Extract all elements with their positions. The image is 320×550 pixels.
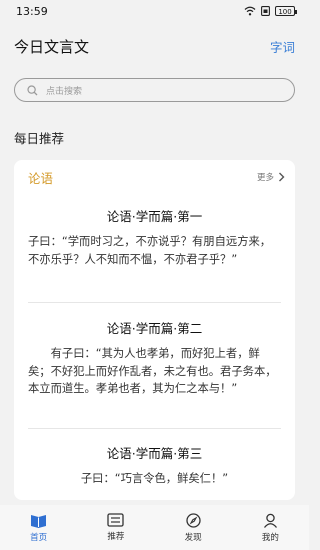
tab-recommend[interactable]: 推荐 — [77, 505, 154, 550]
tab-home[interactable]: 首页 — [0, 505, 77, 550]
tab-profile[interactable]: 我的 — [232, 505, 309, 550]
list-item[interactable]: 论语·学而篇·第二 有子曰：“其为人也孝弟，而好犯上者，鲜矣；不好犯上而好作乱者… — [14, 318, 295, 398]
entry-title: 论语·学而篇·第三 — [106, 446, 203, 461]
tab-label: 推荐 — [107, 532, 125, 542]
entry-text: 子曰：“巧言令色，鲜矣仁！” — [80, 472, 229, 485]
compass-icon — [185, 513, 201, 528]
chevron-right-icon — [279, 172, 285, 182]
entry-title: 论语·学而篇·第一 — [106, 209, 203, 224]
list-item[interactable]: 论语·学而篇·第三 子曰：“巧言令色，鲜矣仁！” — [14, 443, 295, 488]
section-title: 每日推荐 — [14, 131, 65, 146]
search-input[interactable]: 点击搜索 — [14, 78, 295, 102]
list-item[interactable]: 论语·学而篇·第一 子曰：“学而时习之，不亦说乎？有朋自远方来，不亦乐乎？人不知… — [14, 206, 295, 268]
battery-icon: 100 — [275, 6, 297, 16]
divider — [28, 302, 281, 303]
entry-text: 子曰：“学而时习之，不亦说乎？有朋自远方来，不亦乐乎？人不知而不愠，不亦君子乎？… — [28, 235, 272, 266]
tab-label: 发现 — [184, 533, 202, 543]
battery-level: 100 — [278, 8, 292, 16]
divider — [28, 428, 281, 429]
status-icons: 100 — [244, 6, 297, 16]
status-time: 13:59 — [16, 4, 48, 18]
book-icon — [31, 515, 47, 528]
wifi-icon — [244, 6, 256, 16]
status-bar: 13:59 100 — [0, 0, 309, 22]
tab-discover[interactable]: 发现 — [155, 505, 232, 550]
search-placeholder: 点击搜索 — [46, 86, 83, 97]
card-header: 论语 更多 — [14, 160, 295, 194]
tab-label: 我的 — [261, 533, 279, 543]
entry-title: 论语·学而篇·第二 — [106, 321, 203, 336]
more-label: 更多 — [256, 173, 274, 183]
dictionary-link[interactable]: 字词 — [270, 37, 295, 56]
recommend-card: 论语 更多 论语·学而篇·第一 子曰：“学而时习之，不亦说乎？有朋自远方来，不亦… — [14, 160, 295, 500]
bottom-tab-bar: 首页 推荐 发现 我的 — [0, 505, 309, 550]
tab-label: 首页 — [30, 533, 48, 543]
list-card-icon — [107, 513, 125, 527]
card-title: 论语 — [28, 170, 54, 186]
entry-text: 有子曰：“其为人也孝弟，而好犯上者，鲜矣；不好犯上而好作乱者，未之有也。君子务本… — [28, 347, 277, 395]
search-icon — [27, 84, 38, 95]
app-header: 今日文言文 字词 — [0, 28, 309, 64]
sim-icon — [261, 6, 270, 16]
page-title: 今日文言文 — [14, 37, 90, 56]
more-button[interactable]: 更多 — [257, 171, 285, 183]
user-icon — [263, 513, 277, 528]
